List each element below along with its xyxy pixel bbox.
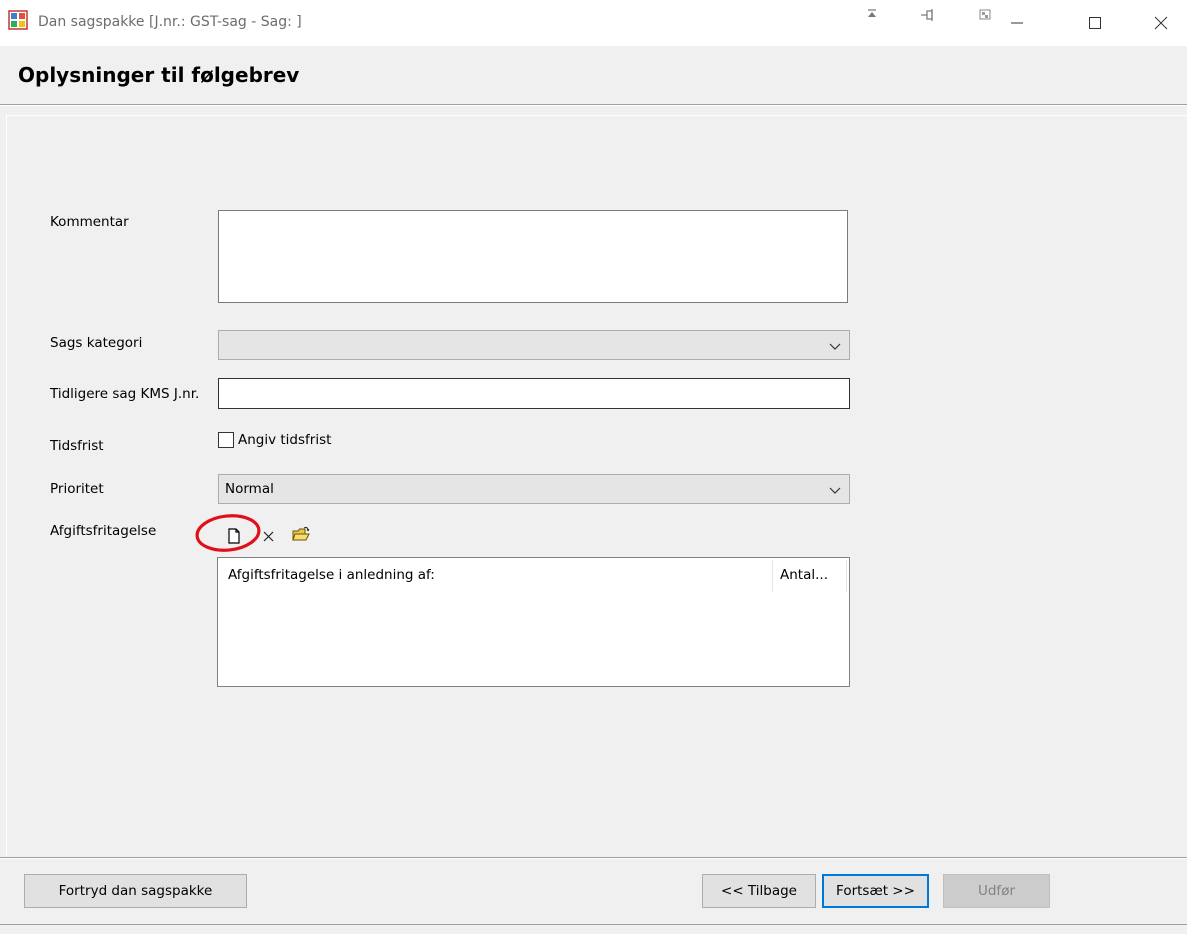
exemption-list[interactable]: Afgiftsfritagelse i anledning af: Antal.… (217, 557, 850, 687)
maximize-icon (1089, 17, 1101, 29)
back-button[interactable]: << Tilbage (702, 874, 816, 908)
chevron-down-icon (829, 487, 841, 494)
priority-label: Prioritet (50, 481, 104, 497)
category-label: Sags kategori (50, 335, 143, 351)
deadline-checkbox-label[interactable]: Angiv tidsfrist (238, 432, 331, 448)
collapse-icon[interactable] (862, 8, 882, 22)
open-folder-icon[interactable] (292, 525, 310, 543)
window-title: Dan sagspakke [J.nr.: GST-sag - Sag: ] (38, 14, 302, 30)
finish-button: Udfør (943, 874, 1050, 908)
column-header-count[interactable]: Antal... (780, 567, 828, 583)
page-title: Oplysninger til følgebrev (18, 63, 300, 87)
screen-grid-icon[interactable] (976, 8, 996, 22)
footer-divider (0, 857, 1187, 859)
bottom-divider (0, 924, 1187, 925)
deadline-label: Tidsfrist (50, 438, 104, 454)
column-header-reason[interactable]: Afgiftsfritagelse i anledning af: (228, 567, 435, 583)
cancel-button[interactable]: Fortryd dan sagspakke (24, 874, 247, 908)
close-button[interactable] (1138, 0, 1184, 46)
column-divider[interactable] (772, 560, 773, 592)
app-icon (8, 10, 28, 30)
prev-case-label: Tidligere sag KMS J.nr. (50, 386, 200, 402)
prev-case-input[interactable] (218, 378, 850, 409)
heading-divider (0, 104, 1187, 106)
minimize-button[interactable] (994, 0, 1040, 46)
comment-label: Kommentar (50, 214, 129, 230)
comment-textarea[interactable] (218, 210, 848, 303)
exemption-label: Afgiftsfritagelse (50, 523, 157, 539)
new-document-icon[interactable] (225, 527, 243, 545)
close-icon (1154, 16, 1168, 30)
priority-select[interactable]: Normal (218, 474, 850, 504)
minimize-icon (1011, 22, 1023, 24)
next-button[interactable]: Fortsæt >> (822, 874, 929, 908)
delete-x-icon[interactable] (260, 527, 278, 545)
priority-select-value: Normal (225, 481, 274, 497)
pin-icon[interactable] (917, 8, 937, 22)
deadline-checkbox[interactable] (218, 432, 234, 448)
maximize-button[interactable] (1072, 0, 1118, 46)
chevron-down-icon (829, 343, 841, 350)
column-divider[interactable] (846, 560, 847, 592)
exemption-list-header: Afgiftsfritagelse i anledning af: Antal.… (218, 558, 849, 592)
category-select[interactable] (218, 330, 850, 360)
